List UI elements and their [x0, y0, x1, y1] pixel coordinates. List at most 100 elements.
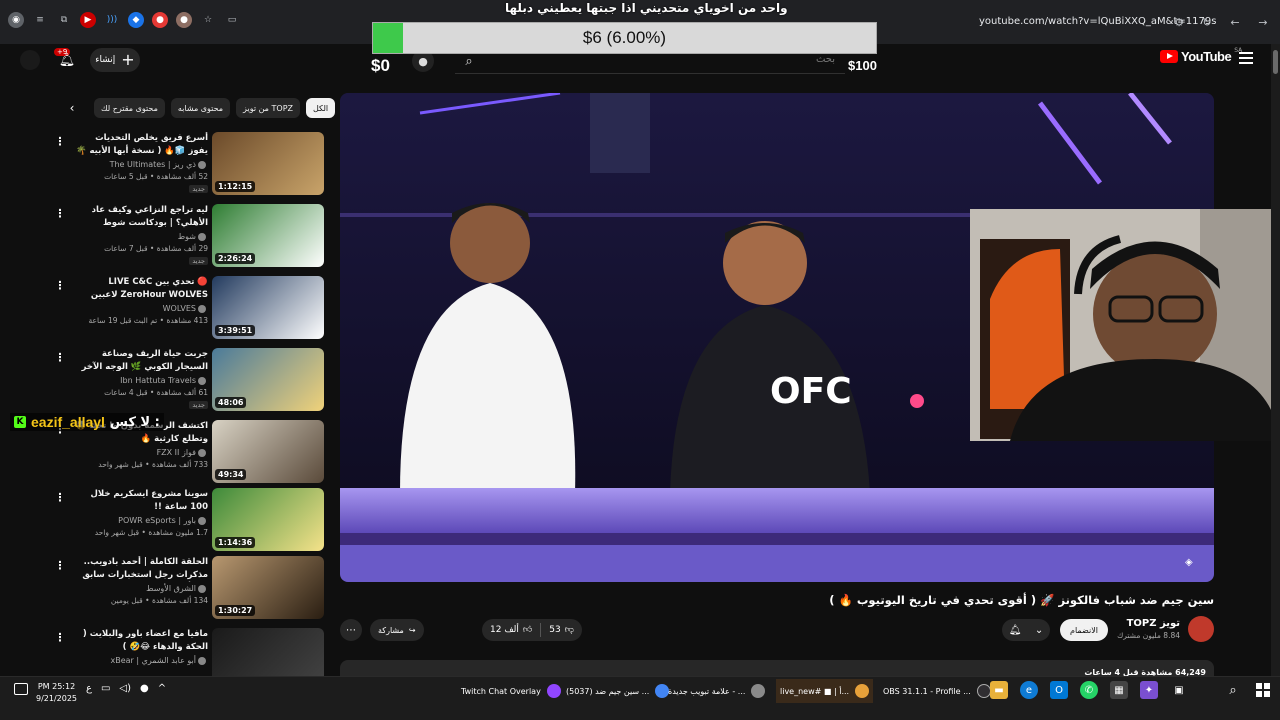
channel-label: شوط	[177, 232, 196, 241]
video-title[interactable]: ليه تراجع النزاعي وكيف عاد الأهلي؟ | بود…	[73, 204, 208, 230]
kebab-menu-icon[interactable]: ⋮	[54, 490, 66, 504]
kebab-menu-icon[interactable]: ⋮	[54, 350, 66, 364]
bell-icon: 🔔︎	[1008, 624, 1022, 636]
list-item[interactable]: 48:06 جربت حياة الريف وصناعة السيجار الكو…	[54, 348, 326, 414]
video-thumbnail[interactable]: 1:30:27	[212, 556, 324, 619]
forward-icon[interactable]: ←	[1226, 13, 1244, 31]
puzzle-icon[interactable]: ⧉	[56, 12, 72, 28]
screen: ◉ ≡ ⧉ ▶ ))) ◆ ● ● ☆ ▭ youtube.com/watch?…	[0, 0, 1280, 720]
share-icon: ↪	[408, 625, 416, 635]
channel-row: تويز TOPZ 8.84 مليون مشترك الانضمام 🔔︎ ⌄…	[340, 616, 1214, 644]
kebab-menu-icon[interactable]: ⋮	[54, 206, 66, 220]
video-title[interactable]: مافيا مع اعضاء باور والبلايت ( الحكة وال…	[73, 628, 208, 654]
kebab-menu-icon[interactable]: ⋮	[54, 134, 66, 148]
duration-badge: 48:06	[215, 397, 247, 408]
more-icon[interactable]: ⋯	[340, 619, 362, 641]
avatar[interactable]	[20, 50, 40, 70]
task-chat-overlay[interactable]: Twitch Chat Overlay	[461, 679, 561, 703]
share-label: مشاركة	[378, 625, 404, 635]
verified-icon	[198, 516, 206, 525]
wifi-ext-icon[interactable]: )))	[104, 12, 120, 28]
share-button[interactable]: مشاركة ↪	[370, 619, 424, 641]
list-item[interactable]: 3:39:51 🔴 تحدي بين LIVE C&C ZeroHour WOLV…	[54, 276, 326, 342]
video-title[interactable]: 🔴 تحدي بين LIVE C&C ZeroHour WOLVES لاعب…	[73, 276, 208, 302]
task-view-icon[interactable]: ▣	[1170, 681, 1188, 699]
red-ext-icon[interactable]: ●	[152, 12, 168, 28]
subscribed-button[interactable]: 🔔︎ ⌄	[1002, 619, 1050, 641]
video-thumbnail[interactable]: 1:12:15	[212, 132, 324, 195]
store-icon[interactable]: ▦	[1110, 681, 1128, 699]
page-scrollbar[interactable]	[1271, 44, 1280, 676]
taskbar-clock[interactable]: PM 25:12 9/21/2025	[36, 681, 77, 705]
duration-badge: 49:34	[215, 469, 247, 480]
video-thumbnail[interactable]: 2:26:24	[212, 204, 324, 267]
chevron-left-icon[interactable]: ‹	[64, 100, 80, 116]
task-live[interactable]: live_new# ■ | أ...	[776, 679, 874, 703]
youtube-logo[interactable]: YouTube SA	[1160, 47, 1242, 64]
playlist-icon[interactable]: ≡	[32, 12, 48, 28]
video-title[interactable]: جربت حياة الريف وصناعة السيجار الكوبي 🌿 …	[73, 348, 208, 374]
task-obs[interactable]: OBS 31.1.1 - Profile ...	[883, 679, 991, 703]
list-item[interactable]: 1:30:27 الحلقة الكاملة | أحمد بادويب.. مذ…	[54, 556, 326, 622]
chevron-up-icon[interactable]: ^	[158, 683, 166, 694]
tune-icon[interactable]: ⚙	[1170, 13, 1188, 31]
task-youtube-tab[interactable]: (5037) سين جيم ضد ...	[566, 679, 670, 703]
task-new-tab[interactable]: علامة تبويب جديدة - ...	[668, 679, 766, 703]
clock-time: PM 25:12	[37, 682, 76, 691]
chip-suggested[interactable]: محتوى مقترح لك	[94, 98, 165, 118]
chip-all[interactable]: الكل	[306, 98, 336, 118]
kebab-menu-icon[interactable]: ⋮	[54, 630, 66, 644]
list-item[interactable]: 1:14:36 سوينا مشروع ايسكريم خلال 100 ساعة…	[54, 488, 326, 554]
windows-start-icon[interactable]	[1256, 683, 1270, 697]
video-title[interactable]: سوينا مشروع ايسكريم خلال 100 ساعة !!	[73, 488, 208, 514]
list-item[interactable]: 1:12:15 أسرع فريق يخلص التحديات يفوز 🧊🔥 (…	[54, 132, 326, 198]
reload-icon[interactable]: ↻	[1198, 13, 1216, 31]
youtube-ext-icon[interactable]: ▶	[80, 12, 96, 28]
language-indicator[interactable]: ع	[86, 683, 92, 694]
video-thumbnail[interactable]: 3:39:51	[212, 276, 324, 339]
browser-icon	[751, 684, 766, 698]
outlook-icon[interactable]: O	[1050, 681, 1068, 699]
bell-icon[interactable]: 🔔︎	[57, 50, 77, 70]
cookie-ext-icon[interactable]: ●	[176, 12, 192, 28]
scroll-thumb[interactable]	[1273, 50, 1278, 74]
video-thumbnail[interactable]: 49:34	[212, 420, 324, 483]
video-thumbnail[interactable]: 48:06	[212, 348, 324, 411]
video-title[interactable]: الحلقة الكاملة | أحمد بادويب.. مذكرات رج…	[73, 556, 208, 582]
chip-from-channel[interactable]: من تويز TOPZ	[236, 98, 300, 118]
verified-icon	[198, 656, 206, 665]
volume-icon[interactable]: ◁)	[119, 683, 131, 694]
mic-tray-icon[interactable]: ●	[140, 683, 149, 694]
kebab-menu-icon[interactable]: ⋮	[54, 558, 66, 572]
video-thumbnail[interactable]: 1:14:36	[212, 488, 324, 551]
create-button[interactable]: إنشاء +	[90, 48, 140, 72]
profile-icon[interactable]: ◉	[8, 12, 24, 28]
video-meta: 61 ألف مشاهدة • قبل 4 ساعات	[104, 388, 208, 397]
copilot-icon[interactable]: ✦	[1140, 681, 1158, 699]
folder-icon[interactable]: ▬	[990, 681, 1008, 699]
notification-center-icon[interactable]	[14, 683, 28, 695]
webcam-overlay	[970, 209, 1280, 441]
search-icon[interactable]: ⌕	[1224, 681, 1242, 699]
channel-name[interactable]: تويز TOPZ	[1127, 618, 1180, 629]
list-item[interactable]: 2:26:24 ليه تراجع النزاعي وكيف عاد الأهلي…	[54, 204, 326, 270]
menu-icon[interactable]	[1239, 52, 1253, 64]
join-button[interactable]: الانضمام	[1060, 619, 1108, 641]
back-icon[interactable]: →	[1254, 13, 1272, 31]
edge-icon[interactable]: e	[1020, 681, 1038, 699]
network-icon[interactable]: ▭	[101, 683, 110, 694]
star-icon[interactable]: ☆	[200, 12, 216, 28]
blue-ext-icon[interactable]: ◆	[128, 12, 144, 28]
dislike-button[interactable]: 53 👎︎	[541, 619, 582, 641]
video-title[interactable]: أسرع فريق يخلص التحديات يفوز 🧊🔥 ( نسخة أ…	[73, 132, 208, 158]
chip-related[interactable]: محتوى مشابه	[170, 98, 231, 118]
like-button[interactable]: 12 ألف 👍︎	[482, 619, 540, 641]
channel-name: WOLVES	[163, 304, 208, 313]
webcam-frame	[970, 209, 1280, 441]
kebab-menu-icon[interactable]: ⋮	[54, 278, 66, 292]
channel-subscribers: 8.84 مليون مشترك	[1117, 631, 1180, 640]
cast-icon[interactable]: ▭	[224, 12, 240, 28]
channel-avatar[interactable]	[1188, 616, 1214, 642]
whatsapp-icon[interactable]: ✆	[1080, 681, 1098, 699]
video-meta: 413 مشاهدة • تم البث قبل 19 ساعة	[88, 316, 208, 325]
